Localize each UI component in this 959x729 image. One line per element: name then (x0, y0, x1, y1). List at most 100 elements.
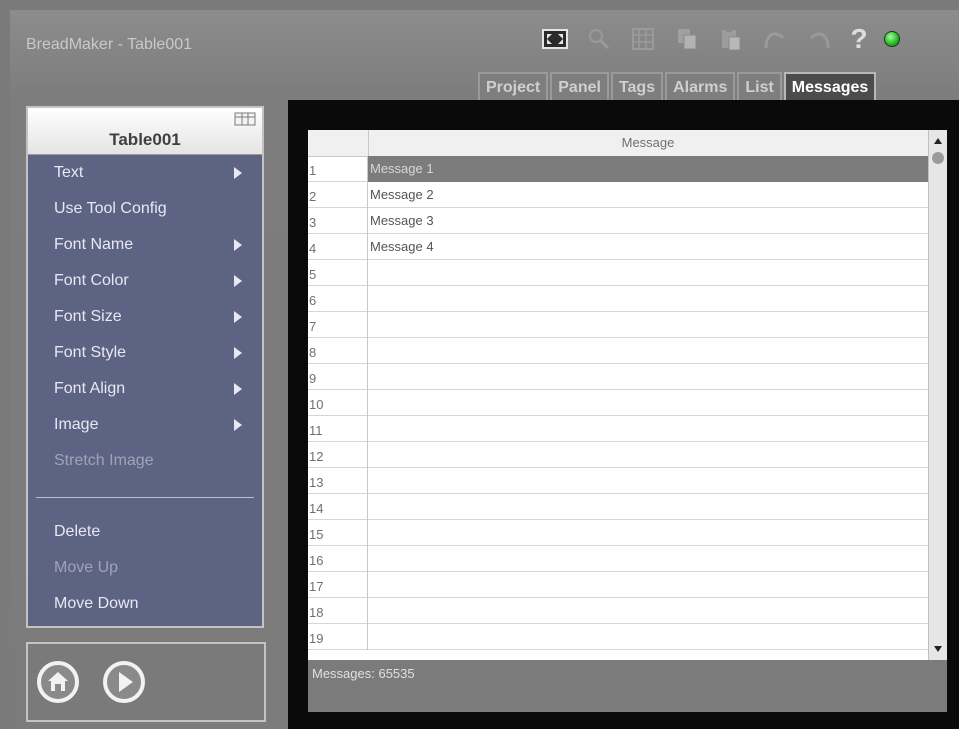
copy-icon[interactable] (672, 26, 702, 52)
message-table[interactable]: Message 1 Message 1 2 Message 2 3 Message 34M… (308, 130, 947, 660)
undo-icon[interactable] (760, 26, 790, 52)
row-number: 11 (308, 416, 368, 442)
menu-items: Text Use Tool Config Font Name Font Color Fo… (28, 155, 262, 479)
row-number: 12 (308, 442, 368, 468)
fullscreen-icon[interactable] (540, 26, 570, 52)
menu-item-use-tool-config[interactable]: Use Tool Config (28, 191, 262, 227)
message-cell[interactable] (368, 572, 928, 598)
help-icon[interactable]: ? (848, 23, 870, 54)
message-cell[interactable] (368, 520, 928, 546)
message-cell[interactable] (368, 416, 928, 442)
message-cell[interactable] (368, 468, 928, 494)
table-row[interactable]: 10 (308, 390, 928, 416)
menu-item-font-size[interactable]: Font Size (28, 299, 262, 335)
message-cell[interactable] (368, 494, 928, 520)
row-number: 8 (308, 338, 368, 364)
table-row[interactable]: 12 (308, 442, 928, 468)
scroll-down-icon[interactable] (934, 646, 942, 652)
table-row[interactable]: 19 (308, 624, 928, 650)
message-cell[interactable] (368, 390, 928, 416)
row-number: 19 (308, 624, 368, 650)
message-cell[interactable] (368, 624, 928, 650)
play-icon[interactable] (102, 660, 146, 704)
tab-list[interactable]: List (737, 72, 782, 102)
menu-item-label: Text (54, 164, 84, 181)
menu-item-label: Font Color (54, 272, 129, 289)
table-row[interactable]: 14 (308, 494, 928, 520)
table-row[interactable]: 5 (308, 260, 928, 286)
table-row[interactable]: 4 Message 4 (308, 234, 928, 260)
message-cell[interactable] (368, 442, 928, 468)
context-menu: Table001 Text Use Tool Config Font Name Fon… (26, 106, 264, 628)
table-row[interactable]: 1 Message 1 (308, 156, 928, 182)
menu-action-move-down[interactable]: Move Down (28, 586, 262, 622)
submenu-arrow-icon (234, 419, 242, 431)
message-cell[interactable] (368, 598, 928, 624)
message-cell[interactable]: Message 3 (368, 208, 928, 234)
row-number: 15 (308, 520, 368, 546)
menu-item-label: Stretch Image (54, 452, 154, 469)
menu-item-font-name[interactable]: Font Name (28, 227, 262, 263)
message-cell[interactable]: Message 1 (368, 156, 928, 182)
scroll-up-icon[interactable] (934, 138, 942, 144)
table-row[interactable]: 11 (308, 416, 928, 442)
nav-panel (26, 642, 266, 722)
tab-panel[interactable]: Panel (550, 72, 609, 102)
row-number: 9 (308, 364, 368, 390)
tab-tags[interactable]: Tags (610, 72, 664, 102)
table-header: Message (308, 130, 928, 157)
message-cell[interactable]: Message 4 (368, 234, 928, 260)
zoom-icon[interactable] (584, 26, 614, 52)
table-row[interactable]: 2 Message 2 (308, 182, 928, 208)
row-number: 1 (308, 156, 368, 182)
menu-item-font-align[interactable]: Font Align (28, 371, 262, 407)
table-rows: 1 Message 1 2 Message 2 3 Message 3 4 Message 4… (308, 156, 928, 650)
menu-action-move-up[interactable]: Move Up (28, 550, 262, 586)
message-cell[interactable] (368, 546, 928, 572)
table-row[interactable]: 6 (308, 286, 928, 312)
row-number: 7 (308, 312, 368, 338)
table-row[interactable]: 18 (308, 598, 928, 624)
row-number: 5 (308, 260, 368, 286)
menu-item-stretch-image[interactable]: Stretch Image (28, 443, 262, 479)
message-column-header[interactable]: Message (368, 130, 928, 156)
tab-project[interactable]: Project (478, 72, 549, 102)
table-row[interactable]: 15 (308, 520, 928, 546)
grid-icon[interactable] (628, 26, 658, 52)
menu-item-image[interactable]: Image (28, 407, 262, 443)
menu-action-delete[interactable]: Delete (28, 514, 262, 550)
paste-icon[interactable] (716, 26, 746, 52)
row-number: 10 (308, 390, 368, 416)
window-title: BreadMaker - Table001 (26, 36, 193, 53)
table-row[interactable]: 16 (308, 546, 928, 572)
table-row[interactable]: 13 (308, 468, 928, 494)
row-number: 17 (308, 572, 368, 598)
home-icon[interactable] (36, 660, 80, 704)
message-cell[interactable]: Message 2 (368, 182, 928, 208)
redo-icon[interactable] (804, 26, 834, 52)
table-row[interactable]: 7 (308, 312, 928, 338)
row-number: 18 (308, 598, 368, 624)
message-cell[interactable] (368, 260, 928, 286)
menu-header: Table001 (28, 108, 262, 155)
menu-item-font-style[interactable]: Font Style (28, 335, 262, 371)
table-row[interactable]: 17 (308, 572, 928, 598)
vertical-scrollbar[interactable] (928, 130, 947, 660)
row-number-header (308, 130, 369, 156)
menu-item-label: Image (54, 416, 99, 433)
menu-item-label: Font Size (54, 308, 122, 325)
message-cell[interactable] (368, 338, 928, 364)
status-bar: Messages: 65535 (308, 660, 947, 712)
table-row[interactable]: 9 (308, 364, 928, 390)
menu-item-font-color[interactable]: Font Color (28, 263, 262, 299)
menu-item-text[interactable]: Text (28, 155, 262, 191)
table-row[interactable]: 8 (308, 338, 928, 364)
message-cell[interactable] (368, 286, 928, 312)
tab-alarms[interactable]: Alarms (665, 72, 736, 102)
tab-messages[interactable]: Messages (783, 72, 877, 102)
menu-title: Table001 (109, 130, 181, 149)
message-cell[interactable] (368, 312, 928, 338)
table-row[interactable]: 3 Message 3 (308, 208, 928, 234)
scroll-thumb[interactable] (932, 152, 944, 164)
message-cell[interactable] (368, 364, 928, 390)
